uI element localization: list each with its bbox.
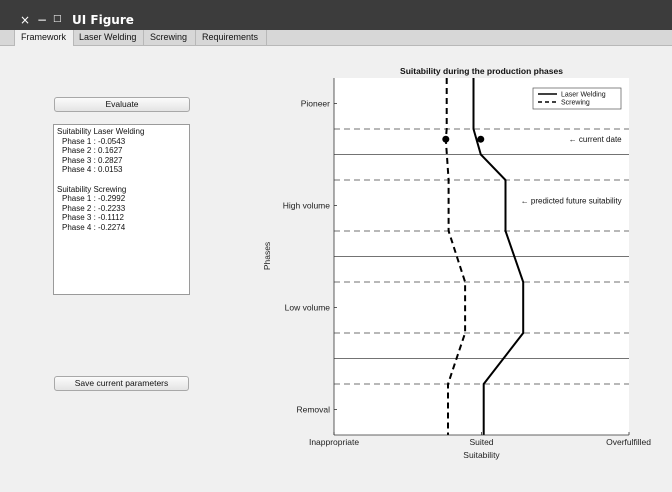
axes: Pioneer High volume Low volume Removal Inapp…: [283, 78, 651, 447]
y-tick-label: Removal: [296, 405, 330, 415]
legend-entry: Screwing: [561, 100, 590, 107]
suitability-chart: Suitability during the production phases…: [262, 66, 651, 460]
grid-lines: [334, 128, 629, 385]
y-tick-label: Low volume: [285, 303, 331, 313]
y-tick-label: Pioneer: [301, 99, 330, 109]
y-tick-label: High volume: [283, 201, 331, 211]
x-tick-label: Suited: [469, 437, 493, 447]
current-date-marker: [477, 135, 485, 143]
x-axis-label: Suitability: [463, 450, 500, 460]
legend-entry: Laser Welding: [561, 92, 606, 99]
annotations: ← current date ← predicted future suitabi…: [521, 135, 622, 205]
y-axis-label: Phases: [262, 242, 272, 270]
current-date-marker: [442, 135, 450, 143]
x-tick-label: Overfulfilled: [606, 437, 651, 447]
x-tick-label: Inappropriate: [309, 437, 359, 447]
legend: Laser WeldingScrewing: [532, 87, 622, 110]
chart-annotation: ← predicted future suitability: [521, 196, 622, 205]
chart-annotation: ← current date: [569, 135, 622, 144]
chart-title: Suitability during the production phases: [400, 66, 563, 76]
ui-figure-window: × − □ UI Figure Framework Laser Welding …: [0, 0, 672, 492]
